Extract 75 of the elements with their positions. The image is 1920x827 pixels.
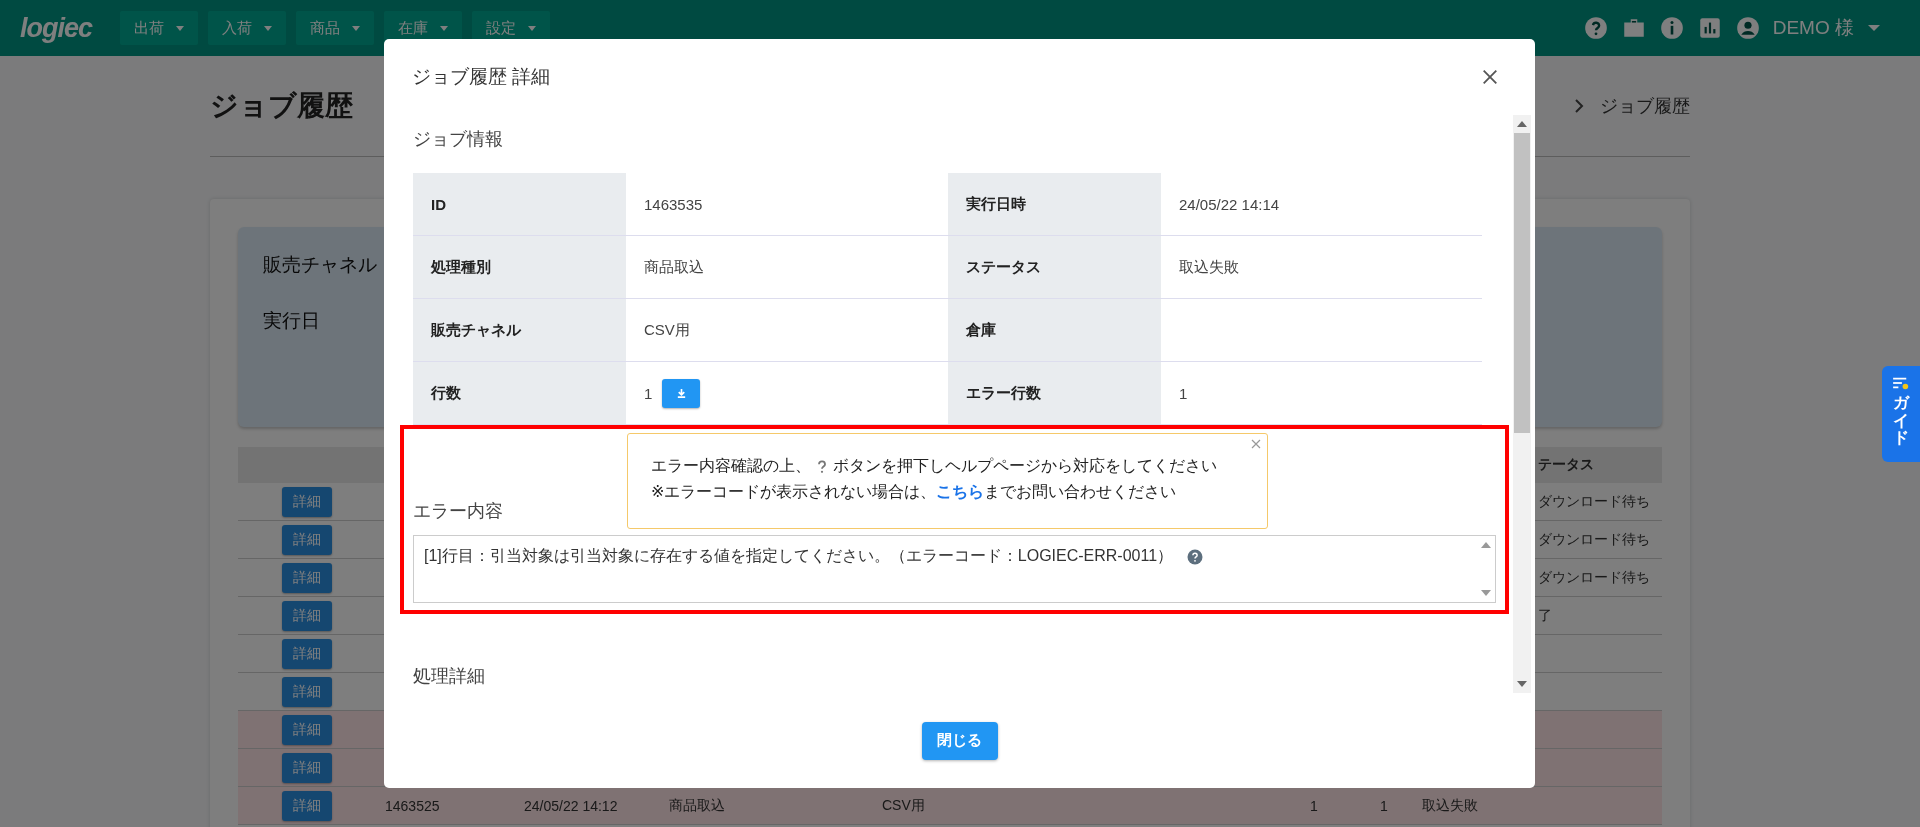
menu-dropdown[interactable]: 商品: [296, 11, 375, 45]
detail-button[interactable]: 詳細: [281, 562, 332, 593]
close-icon[interactable]: [1481, 68, 1499, 86]
detail-button[interactable]: 詳細: [281, 486, 332, 517]
field-value: 1463535: [644, 195, 703, 213]
table-cell-text: 24/05/22 14:12: [523, 797, 619, 814]
field-label: 行数: [413, 362, 626, 425]
detail-button[interactable]: 詳細: [281, 714, 332, 745]
table-cell-text: 1: [1379, 797, 1389, 814]
user-menu[interactable]: DEMO 様: [1772, 15, 1900, 41]
detail-button[interactable]: 詳細: [281, 676, 332, 707]
table-cell-text: CSV用: [881, 796, 926, 815]
logo[interactable]: logiec: [20, 12, 93, 44]
help-icon[interactable]: [1187, 549, 1204, 565]
table-cell-text: ダウンロード待ち: [1537, 568, 1651, 587]
field-label: ステータス: [948, 236, 1161, 299]
dialog-title: ジョブ履歴 詳細: [412, 65, 551, 89]
detail-button[interactable]: 詳細: [281, 638, 332, 669]
caret-icon: [528, 25, 537, 31]
contact-link[interactable]: こちら: [936, 483, 985, 500]
filter-label: 販売チャネル: [263, 253, 377, 277]
field-label: 販売チャネル: [413, 299, 626, 362]
caret-icon: [352, 25, 361, 31]
field-value: CSV用: [644, 320, 690, 340]
caret-icon: [176, 25, 185, 31]
detail-button[interactable]: 詳細: [281, 600, 332, 631]
guide-tab[interactable]: ガイド: [1882, 366, 1920, 462]
field-label: エラー内容: [413, 500, 504, 523]
table-cell-text: 商品取込: [668, 796, 726, 815]
table-cell-text: ダウンロード待ち: [1537, 492, 1651, 511]
field-value: 1: [644, 384, 653, 402]
filter-label: 実行日: [263, 309, 320, 333]
user-icon[interactable]: [1734, 15, 1761, 41]
question-icon: [817, 459, 827, 474]
field-label: 処理種別: [413, 236, 626, 299]
error-message: [1]行目：引当対象は引当対象に存在する値を指定してください。（エラーコード：LOGIEC-ERR-0011）: [424, 546, 1174, 566]
help-icon[interactable]: [1582, 15, 1609, 41]
download-button[interactable]: [662, 378, 701, 408]
table-cell-text: 1: [1309, 797, 1319, 814]
section-title: ジョブ情報: [413, 128, 504, 151]
field-label: ID: [413, 173, 626, 236]
table-cell-text: ダウンロード待ち: [1537, 530, 1651, 549]
field-value: 取込失敗: [1179, 257, 1239, 277]
caret-icon: [1868, 25, 1880, 31]
notice-text: ボタンを押下しヘルプページから対応をしてください: [833, 456, 1217, 476]
detail-button[interactable]: 詳細: [281, 752, 332, 783]
column-header: テータス: [1537, 456, 1595, 474]
field-value: 24/05/22 14:14: [1179, 195, 1280, 213]
caret-icon: [264, 25, 273, 31]
chevron-icon: [1574, 99, 1584, 113]
table-cell-text: 了: [1537, 606, 1553, 625]
breadcrumb-item: ジョブ履歴: [1600, 95, 1690, 118]
scrollbar[interactable]: [1513, 115, 1531, 693]
field-label: 実行日時: [948, 173, 1161, 236]
field-label: 倉庫: [948, 299, 1161, 362]
page-title: ジョブ履歴: [210, 89, 353, 123]
close-button[interactable]: 閉じる: [921, 721, 998, 760]
field-label: エラー行数: [948, 362, 1161, 425]
menu-dropdown[interactable]: 出荷: [120, 11, 199, 45]
menu-dropdown[interactable]: 入荷: [208, 11, 287, 45]
notice-text: エラー内容確認の上、: [651, 456, 811, 476]
detail-button[interactable]: 詳細: [281, 790, 332, 821]
list-icon: [1892, 376, 1910, 390]
notice-text: ※エラーコードが表示されない場合は、こちら までお問い合わせください: [651, 482, 1178, 502]
table-cell-text: 取込失敗: [1421, 796, 1479, 815]
caret-icon: [440, 25, 449, 31]
field-value: 商品取込: [644, 257, 704, 277]
error-text-area[interactable]: [1]行目：引当対象は引当対象に存在する値を指定してください。（エラーコード：LOGIEC-ERR-0011）: [413, 535, 1496, 603]
section-title: 処理詳細: [413, 665, 486, 688]
table-cell-text: 1463525: [384, 797, 441, 814]
guide-label: ガイド: [1893, 394, 1909, 447]
download-icon: [675, 387, 687, 399]
info-icon[interactable]: [1658, 15, 1685, 41]
detail-button[interactable]: 詳細: [281, 524, 332, 555]
field-value: 1: [1179, 384, 1188, 402]
